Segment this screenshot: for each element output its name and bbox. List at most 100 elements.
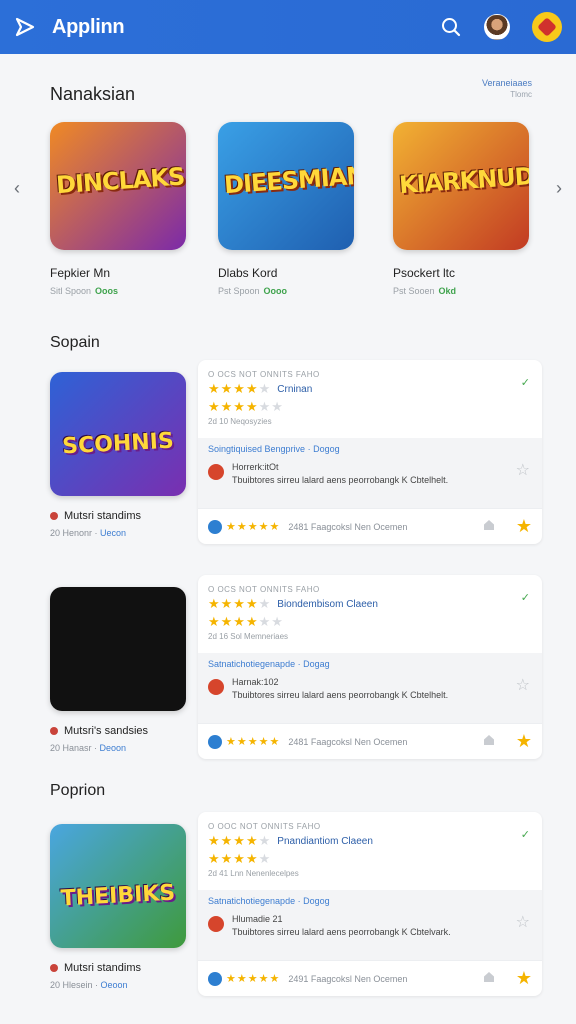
meta-text: Pst Sooen [393, 286, 435, 296]
review-source-link[interactable]: Satnatichotiegenapde · Dogag [208, 659, 532, 669]
featured-app-art: DIEESMIAN [218, 122, 354, 250]
send-arrow-icon[interactable] [14, 16, 36, 38]
user-icon [208, 971, 222, 986]
see-all-sub: Tlomc [510, 90, 532, 99]
category-dot-icon [50, 512, 58, 520]
sub-a: 20 Hlesein [50, 980, 93, 990]
section-title-3: Poprion [50, 782, 106, 799]
info-subline: 2d 41 Lnn Nenenlecelpes [208, 869, 299, 878]
featured-app-name: Psockert ltc [393, 266, 456, 280]
info-label: O OCS NOT ONNITS FAHO [208, 370, 320, 379]
sub-b: Deoon [99, 743, 127, 753]
featured-app-art: KIARKNUD [393, 122, 529, 250]
app-thumbnail[interactable]: SCOHNIS [50, 372, 186, 496]
review-author: Hlumadie 21 [232, 914, 283, 924]
home-icon[interactable] [484, 972, 494, 982]
rating-stars-2: ★★★★★★ [208, 399, 284, 415]
info-label: O OOC NOT ONNITS FAHO [208, 822, 321, 831]
featured-app-card[interactable]: DIEESMIAN Dlabs Kord Pst Spoon Oooo [218, 122, 358, 296]
art-title: DIEESMIAN [223, 161, 354, 200]
check-icon: ✓ [520, 377, 530, 389]
sub-b: Oeoon [100, 980, 128, 990]
stars-on: ★★★★ [208, 596, 259, 611]
rewards-badge-icon[interactable] [532, 12, 562, 42]
rating-stars-2: ★★★★★★ [208, 614, 284, 630]
stars-on: ★★★★ [208, 614, 259, 629]
bottom-text: 2491 Faagcoksl Nen Ocemen [288, 973, 408, 984]
section-title-featured: Nanaksian [50, 84, 136, 104]
thumb-title: THEIBIKS [60, 880, 176, 912]
reviewer-avatar [208, 464, 224, 480]
sub-a: 20 Hanasr [50, 743, 92, 753]
app-title: Applinn [52, 15, 125, 38]
app-list-item[interactable]: SCOHNIS Mutsri standims 20 Henonr · Ueco… [50, 360, 542, 552]
app-caption: Mutsri's sandsies [50, 725, 148, 737]
stars-off: ★ [258, 381, 272, 396]
app-thumbnail[interactable]: THEIBIKS [50, 824, 186, 948]
rating-stars: ★★★★★ [208, 381, 271, 397]
stars-off: ★ [258, 833, 272, 848]
app-thumbnail[interactable] [50, 587, 186, 711]
reviewer-avatar [208, 679, 224, 695]
carousel-next-icon[interactable]: › [552, 178, 566, 199]
meta-text: Sitl Spoon [50, 286, 92, 296]
bottom-stars: ★★★★★ [226, 973, 281, 985]
review-text: Tbuibtores sirreu lalard aens peorrobang… [232, 475, 449, 485]
info-title[interactable]: Biondembisom Claeen [277, 599, 378, 610]
featured-app-art: DINCLAKS [50, 122, 186, 250]
meta-tag: Ooos [95, 286, 119, 296]
info-title[interactable]: Crninan [277, 384, 312, 395]
app-list-item[interactable]: THEIBIKS Mutsri standims 20 Hlesein · Oe… [50, 812, 542, 1004]
favorite-star-icon[interactable]: ★ [516, 731, 532, 752]
stars-off: ★★ [258, 614, 284, 629]
app-caption: Mutsri standims [50, 510, 141, 522]
stars-on: ★★★★ [208, 833, 259, 848]
stars-off: ★★ [258, 399, 284, 414]
rating-stars-2: ★★★★★ [208, 851, 271, 867]
art-title: DINCLAKS [55, 162, 186, 200]
app-caption: Mutsri standims [50, 962, 141, 974]
featured-app-meta: Pst Sooen Okd [393, 286, 533, 296]
bottom-stars: ★★★★★ [226, 736, 281, 748]
search-icon[interactable] [440, 16, 462, 38]
caption-text: Mutsri's sandsies [64, 725, 149, 737]
check-icon: ✓ [520, 592, 530, 604]
app-sub: 20 Hlesein · Oeoon [50, 980, 128, 990]
bottom-stars: ★★★★★ [226, 521, 281, 533]
home-icon[interactable] [484, 520, 494, 530]
thumb-title: SCOHNIS [61, 428, 175, 460]
review-text: Tbuibtores sirreu lalard aens peorrobang… [232, 927, 451, 937]
see-all-label: Veraneiaaes [481, 78, 532, 88]
rating-stars: ★★★★★ [208, 596, 271, 612]
app-sub: 20 Henonr · Uecon [50, 528, 127, 538]
featured-app-name: Dlabs Kord [218, 266, 278, 280]
user-icon [208, 734, 222, 749]
review-author: Horrerk:itOt [232, 462, 279, 472]
review-source-link[interactable]: Soingtiquised Bengprive · Dogog [208, 444, 532, 454]
bottom-text: 2481 Faagcoksl Nen Ocemen [288, 736, 408, 747]
user-icon [208, 519, 222, 534]
review-source-link[interactable]: Satnatichotiegenapde · Dogog [208, 896, 532, 906]
sub-b: Uecon [100, 528, 127, 538]
stars-off: ★ [258, 596, 272, 611]
favorite-star-icon[interactable]: ★ [516, 516, 532, 537]
avatar[interactable] [484, 14, 510, 40]
featured-app-card[interactable]: DINCLAKS Fepkier Mn Sitl Spoon Ooos [50, 122, 190, 296]
review-text: Tbuibtores sirreu lalard aens peorrobang… [232, 690, 449, 700]
star-outline-icon[interactable]: ☆ [516, 912, 530, 932]
star-outline-icon[interactable]: ☆ [516, 675, 530, 695]
featured-app-card[interactable]: KIARKNUD Psockert ltc Pst Sooen Okd [393, 122, 533, 296]
favorite-star-icon[interactable]: ★ [516, 968, 532, 989]
sub-a: 20 Henonr [50, 528, 93, 538]
reviewer-avatar [208, 916, 224, 932]
featured-app-name: Fepkier Mn [50, 266, 111, 280]
carousel-prev-icon[interactable]: ‹ [10, 178, 24, 199]
see-all-link[interactable]: Veraneiaaes Tlomc [482, 78, 532, 100]
home-icon[interactable] [484, 735, 494, 745]
app-list-item[interactable]: Mutsri's sandsies 20 Hanasr · Deoon O OC… [50, 575, 542, 767]
stars-on: ★★★★ [208, 851, 259, 866]
info-title[interactable]: Pnandiantiom Claeen [277, 836, 373, 847]
top-app-bar: Applinn [0, 0, 576, 54]
star-outline-icon[interactable]: ☆ [516, 460, 530, 480]
meta-tag: Oooo [263, 286, 288, 296]
